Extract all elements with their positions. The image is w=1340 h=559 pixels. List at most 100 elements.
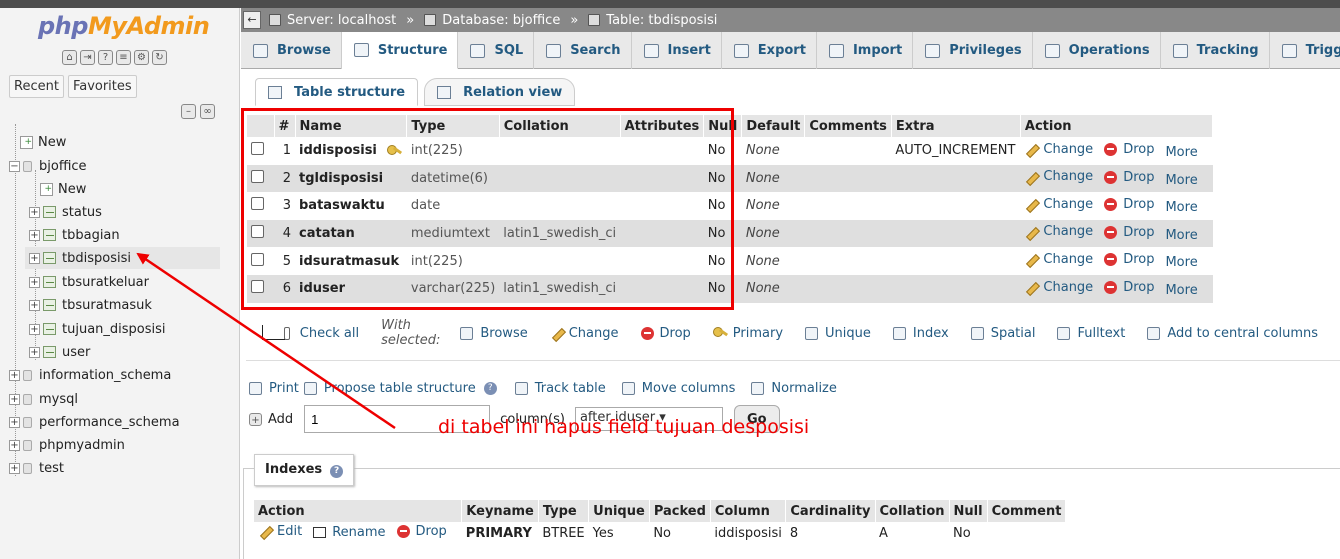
bulk-primary-button[interactable]: Primary xyxy=(712,326,783,341)
drop-button[interactable]: Drop xyxy=(1104,197,1154,212)
expand-icon[interactable]: + xyxy=(29,229,40,241)
back-arrow-icon[interactable]: ← xyxy=(243,11,261,29)
tree-item-tbsuratmasuk[interactable]: + tbsuratmasuk xyxy=(29,294,152,316)
tab-structure[interactable]: Structure xyxy=(341,32,459,69)
drop-index-button[interactable]: Drop xyxy=(396,524,447,539)
bulk-index-button[interactable]: Index xyxy=(892,326,949,341)
bulk-drop-button[interactable]: Drop xyxy=(640,326,691,341)
tree-item-tujuan-disposisi[interactable]: + tujuan_disposisi xyxy=(29,318,166,340)
tab-operations[interactable]: Operations xyxy=(1033,32,1161,69)
tree-item-user[interactable]: + user xyxy=(29,341,90,363)
check-all-link[interactable]: Check all xyxy=(300,326,359,341)
more-button[interactable]: More xyxy=(1165,283,1197,298)
tree-item-tbsuratkeluar[interactable]: + tbsuratkeluar xyxy=(29,271,149,293)
tab-sql[interactable]: SQL xyxy=(458,32,535,69)
expand-icon[interactable]: + xyxy=(29,252,40,264)
collapse-all-icon[interactable]: – xyxy=(181,104,196,119)
drop-button[interactable]: Drop xyxy=(1104,170,1154,185)
change-button[interactable]: Change xyxy=(1024,169,1093,184)
indexes-title[interactable]: Indexes? xyxy=(254,454,355,486)
expand-icon[interactable]: + xyxy=(9,416,20,428)
favorites-button[interactable]: Favorites xyxy=(67,75,137,98)
change-button[interactable]: Change xyxy=(1024,197,1093,212)
help-icon[interactable]: ? xyxy=(483,382,497,395)
bulk-unique-button[interactable]: Unique xyxy=(805,326,871,341)
tree-item-new-table[interactable]: + New xyxy=(40,178,86,200)
more-button[interactable]: More xyxy=(1165,255,1197,270)
recent-button[interactable]: Recent xyxy=(9,75,64,98)
header-extra[interactable]: Extra xyxy=(891,115,1021,137)
expand-icon[interactable]: + xyxy=(9,369,20,381)
tree-item-tbdisposisi[interactable]: + tbdisposisi xyxy=(25,247,220,269)
track-table-button[interactable]: Track table xyxy=(514,381,606,396)
drop-button[interactable]: Drop xyxy=(1104,225,1154,240)
drop-button[interactable]: Drop xyxy=(1104,280,1154,295)
more-button[interactable]: More xyxy=(1165,228,1197,243)
link-icon[interactable]: ∞ xyxy=(200,104,215,119)
expand-icon[interactable]: + xyxy=(29,206,40,218)
help-icon[interactable]: ? xyxy=(330,465,344,478)
collapse-icon[interactable]: − xyxy=(9,160,20,172)
expand-icon[interactable]: + xyxy=(29,299,40,311)
help-icon[interactable]: ? xyxy=(98,50,113,65)
drop-button[interactable]: Drop xyxy=(1104,142,1154,157)
expand-icon[interactable]: + xyxy=(29,276,40,288)
phpmyadmin-logo[interactable]: phpMyAdmin xyxy=(38,12,210,40)
change-button[interactable]: Change xyxy=(1024,252,1093,267)
more-button[interactable]: More xyxy=(1165,145,1197,160)
expand-icon[interactable]: + xyxy=(9,439,20,451)
tab-insert[interactable]: Insert xyxy=(632,32,722,69)
header-comments[interactable]: Comments xyxy=(804,115,892,137)
check-all-checkbox[interactable] xyxy=(283,326,290,340)
normalize-button[interactable]: Normalize xyxy=(751,381,837,396)
bulk-fulltext-button[interactable]: Fulltext xyxy=(1057,326,1125,341)
logout-icon[interactable]: ⇥ xyxy=(80,50,95,65)
tree-item-status[interactable]: + status xyxy=(29,201,102,223)
home-icon[interactable]: ⌂ xyxy=(62,50,77,65)
expand-icon[interactable]: + xyxy=(9,462,20,474)
tree-item-bjoffice[interactable]: − bjoffice xyxy=(9,155,87,177)
drop-button[interactable]: Drop xyxy=(1104,252,1154,267)
propose-structure-button[interactable]: Propose table structure? xyxy=(303,381,497,396)
change-button[interactable]: Change xyxy=(1024,142,1093,157)
expand-icon[interactable]: + xyxy=(9,393,20,405)
tree-item-test[interactable]: + test xyxy=(9,457,64,479)
tab-triggers[interactable]: Triggers xyxy=(1270,32,1340,69)
tab-table-structure[interactable]: Table structure xyxy=(255,78,419,106)
more-button[interactable]: More xyxy=(1165,200,1197,215)
tab-relation-view[interactable]: Relation view xyxy=(424,78,576,106)
tree-item-new[interactable]: + New xyxy=(20,131,66,153)
rename-index-button[interactable]: Rename xyxy=(313,525,386,540)
change-button[interactable]: Change xyxy=(1024,224,1093,239)
breadcrumb-server[interactable]: Server: localhost xyxy=(269,13,396,28)
reload-icon[interactable]: ↻ xyxy=(152,50,167,65)
expand-icon[interactable]: + xyxy=(29,346,40,358)
tab-tracking[interactable]: Tracking xyxy=(1161,32,1270,69)
tree-item-information-schema[interactable]: + information_schema xyxy=(9,364,171,386)
bulk-spatial-button[interactable]: Spatial xyxy=(970,326,1035,341)
tree-item-mysql[interactable]: + mysql xyxy=(9,388,78,410)
header-default[interactable]: Default xyxy=(741,115,806,137)
expand-icon[interactable]: + xyxy=(29,323,40,335)
tree-item-phpmyadmin[interactable]: + phpmyadmin xyxy=(9,434,125,456)
tab-privileges[interactable]: Privileges xyxy=(913,32,1033,69)
breadcrumb-table[interactable]: Table: tbdisposisi xyxy=(588,13,717,28)
privileges-icon xyxy=(925,43,941,58)
tab-browse[interactable]: Browse xyxy=(241,32,342,69)
tab-import[interactable]: Import xyxy=(817,32,914,69)
change-button[interactable]: Change xyxy=(1024,280,1093,295)
tab-export[interactable]: Export xyxy=(722,32,817,69)
edit-index-button[interactable]: Edit xyxy=(258,524,302,539)
move-columns-button[interactable]: Move columns xyxy=(621,381,735,396)
tree-item-tbbagian[interactable]: + tbbagian xyxy=(29,224,120,246)
tab-search[interactable]: Search xyxy=(534,32,632,69)
breadcrumb-database[interactable]: Database: bjoffice xyxy=(424,13,560,28)
settings-icon[interactable]: ⚙ xyxy=(134,50,149,65)
bulk-browse-button[interactable]: Browse xyxy=(460,326,528,341)
bulk-change-button[interactable]: Change xyxy=(550,326,619,341)
tree-item-performance-schema[interactable]: + performance_schema xyxy=(9,411,180,433)
more-button[interactable]: More xyxy=(1165,173,1197,188)
docs-icon[interactable]: ≡ xyxy=(116,50,131,65)
bulk-add-central-button[interactable]: Add to central columns xyxy=(1147,326,1318,341)
print-button[interactable]: Print xyxy=(249,381,299,396)
